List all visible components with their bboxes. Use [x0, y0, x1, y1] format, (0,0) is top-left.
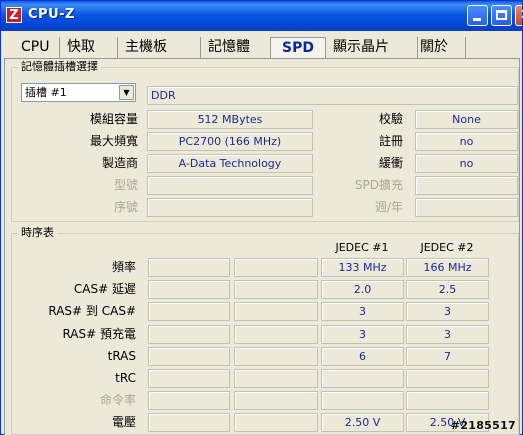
week-year-label: 週/年 — [374, 200, 403, 214]
tab-cache[interactable]: 快取 — [61, 37, 118, 59]
timing-title: 時序表 — [18, 227, 57, 239]
close-button[interactable]: ✕ — [515, 5, 523, 26]
timing-cell — [234, 391, 318, 410]
tab-graphics[interactable]: 顯示晶片 — [327, 37, 418, 59]
timing-cell — [148, 391, 230, 410]
timing-cell: 166 MHz — [406, 258, 489, 277]
registered-value: no — [415, 132, 518, 151]
minimize-icon — [473, 18, 481, 21]
ecc-label: 校驗 — [378, 112, 403, 126]
max-bandwidth-label: 最大頻寬 — [89, 134, 138, 148]
cpuz-window: Z CPU-Z ✕ CPU 快取 主機板 記憶體 SPD 顯示晶片 關於 記憶體… — [0, 0, 523, 435]
spd-ext-value — [415, 176, 518, 195]
window-title: CPU-Z — [28, 7, 75, 22]
buffered-label: 緩衝 — [378, 156, 403, 170]
timing-row-label: RAS# 到 CAS# — [48, 304, 136, 318]
part-number-label: 型號 — [113, 178, 138, 192]
serial-number-value — [147, 198, 313, 217]
timing-cell — [148, 280, 230, 299]
week-year-value — [415, 198, 518, 217]
timing-cell — [148, 347, 230, 366]
spd-ext-label: SPD擴充 — [354, 178, 403, 192]
slot-selection-title: 記憶體插槽選擇 — [18, 61, 101, 73]
timing-cell — [148, 325, 230, 344]
close-icon: ✕ — [516, 6, 523, 25]
timing-cell — [234, 280, 318, 299]
module-size-label: 模組容量 — [89, 112, 138, 126]
timing-cell — [321, 391, 404, 410]
timing-row-label: 電壓 — [111, 415, 136, 429]
module-size-value: 512 MBytes — [147, 110, 313, 129]
timing-row-label: 頻率 — [111, 260, 136, 274]
timing-cell — [234, 369, 318, 388]
timing-cell — [234, 325, 318, 344]
cpuz-app-icon: Z — [6, 7, 22, 23]
timing-cell: 2.50 V — [321, 413, 404, 432]
timing-cell — [406, 391, 489, 410]
timing-cell — [406, 369, 489, 388]
timing-cell: 3 — [321, 325, 404, 344]
timing-cell: 7 — [406, 347, 489, 366]
manufacturer-value: A-Data Technology — [147, 154, 313, 173]
timing-cell: 3 — [406, 325, 489, 344]
timing-row-label: tRAS — [107, 349, 136, 363]
timing-cell — [234, 302, 318, 321]
slot-select[interactable]: 插槽 #1 ▼ — [21, 83, 136, 102]
max-bandwidth-value: PC2700 (166 MHz) — [147, 132, 313, 151]
timing-col-jedec2: JEDEC #2 — [420, 241, 474, 254]
watermark-text: #2185517 — [450, 419, 516, 432]
tab-about[interactable]: 關於 — [414, 37, 466, 59]
timing-cell: 2.5 — [406, 280, 489, 299]
buffered-value: no — [415, 154, 518, 173]
timing-cell — [234, 413, 318, 432]
timing-cell: 3 — [406, 302, 489, 321]
timing-cell: 3 — [321, 302, 404, 321]
timing-row-label: RAS# 預充電 — [62, 327, 136, 341]
timing-row-label: 命令率 — [99, 393, 136, 407]
maximize-icon — [496, 10, 507, 20]
timing-row-label: tRC — [115, 371, 136, 385]
timing-cell: 6 — [321, 347, 404, 366]
ecc-value: None — [415, 110, 518, 129]
tab-cpu[interactable]: CPU — [15, 37, 60, 59]
timing-cell — [148, 413, 230, 432]
part-number-value — [147, 176, 313, 195]
memory-type-field: DDR — [147, 86, 518, 105]
chevron-down-icon[interactable]: ▼ — [119, 85, 134, 100]
tab-memory[interactable]: 記憶體 — [202, 37, 274, 59]
registered-label: 註冊 — [378, 134, 403, 148]
timing-row-label: CAS# 延遲 — [73, 282, 136, 296]
timing-col-jedec1: JEDEC #1 — [335, 241, 389, 254]
timing-cell — [321, 369, 404, 388]
minimize-button[interactable] — [467, 5, 488, 26]
tab-mainboard[interactable]: 主機板 — [119, 37, 201, 59]
serial-number-label: 序號 — [113, 200, 138, 214]
timing-cell — [148, 302, 230, 321]
timing-cell — [234, 258, 318, 277]
tab-spd[interactable]: SPD — [270, 37, 326, 59]
timing-cell: 2.0 — [321, 280, 404, 299]
title-bar[interactable]: Z CPU-Z ✕ — [1, 1, 523, 31]
timing-cell — [148, 369, 230, 388]
manufacturer-label: 製造商 — [101, 156, 138, 170]
timing-cell — [148, 258, 230, 277]
timing-cell: 133 MHz — [321, 258, 404, 277]
slot-select-value: 插槽 #1 — [25, 86, 67, 99]
timing-cell — [234, 347, 318, 366]
maximize-button[interactable] — [491, 5, 512, 26]
